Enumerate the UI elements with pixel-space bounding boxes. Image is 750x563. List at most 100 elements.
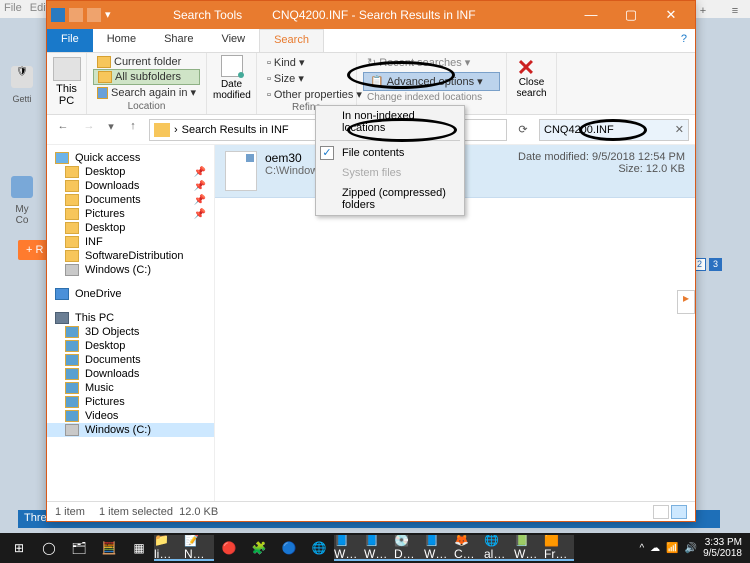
taskbar-app[interactable]: 🌐 xyxy=(304,535,334,561)
titlebar[interactable]: ▾ Search Tools CNQ4200.INF - Search Resu… xyxy=(47,1,695,29)
ribbon-tabs: File Home Share View Search ? xyxy=(47,29,695,53)
tab-file[interactable]: File xyxy=(47,29,93,52)
tray-network-icon[interactable]: 📶 xyxy=(666,543,678,554)
folder-icon xyxy=(154,123,170,137)
nav-videos[interactable]: Videos xyxy=(47,409,214,423)
nav-onedrive[interactable]: OneDrive xyxy=(47,287,214,301)
tray-onedrive-icon[interactable]: ☁ xyxy=(650,543,660,554)
start-button[interactable]: ⊞ xyxy=(4,535,34,561)
nav-desktop3[interactable]: Desktop xyxy=(47,339,214,353)
nav-pictures2[interactable]: Pictures xyxy=(47,395,214,409)
size-button[interactable]: ▫ Size ▾ xyxy=(263,71,350,86)
nav-documents[interactable]: Documents📌 xyxy=(47,193,214,207)
taskbar-app[interactable]: 🧮 xyxy=(94,535,124,561)
nav-softwaredistribution[interactable]: SoftwareDistribution xyxy=(47,249,214,263)
nav-desktop[interactable]: Desktop📌 xyxy=(47,165,214,179)
taskbar-app[interactable]: 📁 li… xyxy=(154,535,184,561)
taskbar-app[interactable]: 📝 N… xyxy=(184,535,214,561)
nav-music[interactable]: Music xyxy=(47,381,214,395)
nav-quick-access[interactable]: Quick access xyxy=(47,151,214,165)
advanced-options-button[interactable]: 📋 Advanced options ▾ xyxy=(363,72,500,91)
taskbar-app[interactable]: 💽 D… xyxy=(394,535,424,561)
close-button[interactable]: ✕ xyxy=(651,1,691,29)
nav-inf[interactable]: INF xyxy=(47,235,214,249)
explorer-window: ▾ Search Tools CNQ4200.INF - Search Resu… xyxy=(46,0,696,522)
up-button[interactable]: ↑ xyxy=(123,120,143,140)
ribbon-context-label: Search Tools xyxy=(173,8,242,22)
view-details-icon[interactable] xyxy=(653,505,669,519)
forward-button[interactable]: → xyxy=(79,120,99,140)
kind-button[interactable]: ▫ Kind ▾ xyxy=(263,55,350,70)
background-sidebar: 🛡Getti My Co xyxy=(2,60,42,232)
change-indexed-button[interactable]: Change indexed locations xyxy=(363,91,500,104)
nav-3d-objects[interactable]: 3D Objects xyxy=(47,325,214,339)
taskview-button[interactable]: 🗂 xyxy=(64,535,94,561)
window-title: CNQ4200.INF - Search Results in INF xyxy=(272,8,475,22)
current-folder-button[interactable]: Current folder xyxy=(93,55,200,69)
cortana-button[interactable]: ◯ xyxy=(34,535,64,561)
date-modified-label[interactable]: Date modified xyxy=(213,79,250,101)
nav-windows-c[interactable]: Windows (C:) xyxy=(47,263,214,277)
close-search-icon[interactable]: ✕ xyxy=(513,55,539,77)
taskbar-app[interactable]: 📘 W… xyxy=(364,535,394,561)
nav-windows-c2[interactable]: Windows (C:) xyxy=(47,423,214,437)
qat-dropdown-icon[interactable]: ▾ xyxy=(105,8,113,22)
refresh-button[interactable]: ⟳ xyxy=(513,123,533,136)
close-search-label: Close search xyxy=(513,77,550,99)
nav-downloads[interactable]: Downloads📌 xyxy=(47,179,214,193)
recent-searches-button[interactable]: ↻ Recent searches ▾ xyxy=(363,55,500,70)
date-modified-icon[interactable] xyxy=(221,55,243,77)
result-meta: Date modified: 9/5/2018 12:54 PM Size: 1… xyxy=(518,151,685,191)
file-icon xyxy=(225,151,257,191)
back-button[interactable]: ← xyxy=(53,120,73,140)
dd-zipped[interactable]: Zipped (compressed) folders xyxy=(316,183,464,215)
pin-icon: 📌 xyxy=(194,167,206,178)
tab-home[interactable]: Home xyxy=(93,29,150,52)
tab-search[interactable]: Search xyxy=(259,29,324,52)
all-subfolders-button[interactable]: All subfolders xyxy=(93,69,200,85)
search-again-button[interactable]: Search again in ▾ xyxy=(93,85,200,100)
background-pager: 23 xyxy=(693,258,722,271)
other-properties-button[interactable]: ▫ Other properties ▾ xyxy=(263,87,350,102)
this-pc-icon[interactable] xyxy=(53,57,81,81)
nav-desktop2[interactable]: Desktop xyxy=(47,221,214,235)
taskbar-app[interactable]: 🌐 al… xyxy=(484,535,514,561)
preview-pane-toggle[interactable]: ▸ xyxy=(677,290,695,314)
tray-chevron-icon[interactable]: ^ xyxy=(639,543,644,554)
taskbar: ⊞ ◯ 🗂 🧮 ▦ 📁 li… 📝 N… 🔴 🧩 🔵 🌐 📘 W… 📘 W… 💽… xyxy=(0,533,750,563)
taskbar-app[interactable]: 🔴 xyxy=(214,535,244,561)
nav-downloads2[interactable]: Downloads xyxy=(47,367,214,381)
taskbar-app[interactable]: 📘 W… xyxy=(424,535,454,561)
qat-icon[interactable] xyxy=(87,8,101,22)
dd-non-indexed[interactable]: In non-indexed locations xyxy=(316,106,464,138)
system-tray[interactable]: ^ ☁ 📶 🔊 3:33 PM 9/5/2018 xyxy=(639,537,746,559)
nav-documents2[interactable]: Documents xyxy=(47,353,214,367)
taskbar-app[interactable]: 🦊 C… xyxy=(454,535,484,561)
taskbar-app[interactable]: 📗 W… xyxy=(514,535,544,561)
tab-share[interactable]: Share xyxy=(150,29,207,52)
search-input[interactable] xyxy=(544,124,654,136)
recent-locations-button[interactable]: ▾ xyxy=(105,120,117,140)
navigation-pane: Quick access Desktop📌 Downloads📌 Documen… xyxy=(47,145,215,501)
dd-file-contents[interactable]: ✓File contents xyxy=(316,143,464,163)
help-icon[interactable]: ? xyxy=(673,29,695,52)
nav-this-pc[interactable]: This PC xyxy=(47,311,214,325)
taskbar-app[interactable]: 🟧 Fr… xyxy=(544,535,574,561)
minimize-button[interactable]: — xyxy=(571,1,611,29)
taskbar-app[interactable]: 🧩 xyxy=(244,535,274,561)
status-bar: 1 item 1 item selected 12.0 KB xyxy=(47,501,695,521)
taskbar-clock[interactable]: 3:33 PM 9/5/2018 xyxy=(703,537,742,559)
taskbar-app[interactable]: 📘 W… xyxy=(334,535,364,561)
taskbar-app[interactable]: 🔵 xyxy=(274,535,304,561)
tray-volume-icon[interactable]: 🔊 xyxy=(685,543,697,554)
nav-pictures[interactable]: Pictures📌 xyxy=(47,207,214,221)
dd-system-files[interactable]: System files xyxy=(316,163,464,183)
maximize-button[interactable]: ▢ xyxy=(611,1,651,29)
qat-icon[interactable] xyxy=(69,8,83,22)
tab-view[interactable]: View xyxy=(207,29,259,52)
taskbar-app[interactable]: ▦ xyxy=(124,535,154,561)
search-box[interactable]: ✕ xyxy=(539,119,689,141)
view-tiles-icon[interactable] xyxy=(671,505,687,519)
clear-search-icon[interactable]: ✕ xyxy=(675,123,684,136)
qat-icon[interactable] xyxy=(51,8,65,22)
